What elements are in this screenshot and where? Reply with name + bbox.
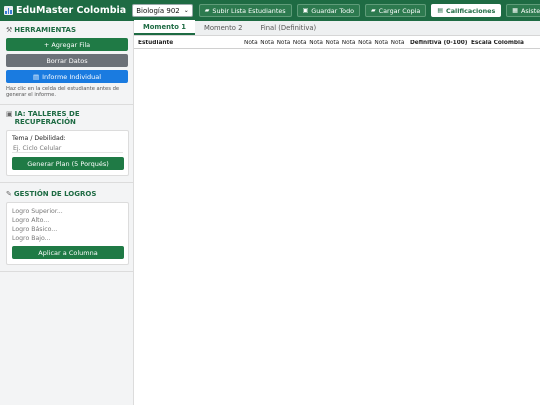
tools-section: ⚒ HERRAMIENTAS + Agregar Fila Borrar Dat… [0,21,133,105]
report-hint: Haz clic en la celda del estudiante ante… [6,86,120,98]
grades-button[interactable]: ▤ Calificaciones [431,4,502,17]
chevron-down-icon: ⌄ [183,7,189,14]
sidebar: ⚒ HERRAMIENTAS + Agregar Fila Borrar Dat… [0,21,134,405]
column-escala: Escala Colombia [470,40,524,46]
grades-label: Calificaciones [446,6,496,15]
topic-input[interactable]: Ej. Ciclo Celular [12,144,123,153]
save-icon: ▣ [302,7,309,14]
achievements-section: ✎ GESTIÓN DE LOGROS Logro Superior... Lo… [0,183,133,272]
recovery-section: ▣ IA: TALLERES DE RECUPERACIÓN Tema / De… [0,105,133,183]
upload-students-label: Subir Lista Estudiantes [212,6,286,15]
column-nota-5[interactable]: Nota [309,40,325,46]
column-nota-7[interactable]: Nota [342,40,358,46]
column-nota-4[interactable]: Nota [293,40,309,46]
column-nota-3[interactable]: Nota [277,40,293,46]
robot-icon: ▣ [6,110,13,118]
course-select[interactable]: Biología 902 ⌄ [132,4,193,17]
folder-open-icon: ▰ [371,7,376,14]
clear-data-button[interactable]: Borrar Datos [6,54,128,67]
load-backup-label: Cargar Copia [378,6,421,15]
tab-momento-1[interactable]: Momento 1 [134,20,195,35]
achievement-superior-input[interactable]: Logro Superior... [12,207,123,216]
tools-title-text: HERRAMIENTAS [14,26,77,34]
notes-icon: ▤ [437,7,443,14]
attendance-label: Asistencia [520,6,540,15]
generate-plan-button[interactable]: Generar Plan (5 Porqués) [12,157,124,170]
column-nota-9[interactable]: Nota [374,40,390,46]
load-backup-button[interactable]: ▰ Cargar Copia [365,4,427,17]
recovery-title-text: IA: TALLERES DE RECUPERACIÓN [14,110,80,126]
achievements-title-text: GESTIÓN DE LOGROS [13,190,97,198]
chart-logo-icon [4,6,13,15]
save-all-label: Guardar Todo [311,6,355,15]
save-all-button[interactable]: ▣ Guardar Todo [296,4,361,17]
tab-final[interactable]: Final (Definitiva) [251,20,325,35]
apply-column-button[interactable]: Aplicar a Columna [12,246,124,259]
column-definitiva: Definitiva (0-100) [409,40,468,46]
column-nota-2[interactable]: Nota [260,40,276,46]
column-nota-6[interactable]: Nota [325,40,341,46]
column-nota-8[interactable]: Nota [358,40,374,46]
recovery-title: ▣ IA: TALLERES DE RECUPERACIÓN [6,110,127,126]
achievement-high-input[interactable]: Logro Alto... [12,216,123,225]
achievement-basic-input[interactable]: Logro Básico... [12,225,123,234]
course-select-value: Biología 902 [136,6,180,15]
grades-table-header: Estudiante Nota Nota Nota Nota Nota Nota… [134,38,540,49]
topic-label: Tema / Debilidad: [12,135,66,142]
column-nota-10[interactable]: Nota [391,40,407,46]
achievements-card: Logro Superior... Logro Alto... Logro Bá… [6,202,129,265]
main-panel: Momento 1 Momento 2 Final (Definitiva) E… [134,20,540,405]
document-icon: ▤ [32,72,40,81]
calendar-icon: ▦ [512,7,518,14]
memo-icon: ✎ [6,190,12,198]
upload-students-button[interactable]: ▰ Subir Lista Estudiantes [198,4,292,17]
individual-report-button[interactable]: ▤ Informe Individual [6,70,128,83]
tab-momento-2[interactable]: Momento 2 [195,20,251,35]
period-tabs: Momento 1 Momento 2 Final (Definitiva) [134,20,540,36]
top-navbar: EduMaster Colombia Biología 902 ⌄ ▰ Subi… [0,0,540,21]
app-brand: EduMaster Colombia [4,5,126,16]
tools-icon: ⚒ [6,26,13,34]
column-student: Estudiante [138,40,174,46]
tools-title: ⚒ HERRAMIENTAS [6,26,127,34]
column-nota-1[interactable]: Nota [244,40,260,46]
achievement-low-input[interactable]: Logro Bajo... [12,234,123,243]
app-title: EduMaster Colombia [16,5,127,16]
folder-icon: ▰ [204,7,210,14]
individual-report-label: Informe Individual [42,72,102,81]
add-row-button[interactable]: + Agregar Fila [6,38,128,51]
attendance-button[interactable]: ▦ Asistencia [506,4,540,17]
achievements-title: ✎ GESTIÓN DE LOGROS [6,190,127,198]
recovery-card: Tema / Debilidad: Ej. Ciclo Celular Gene… [6,130,129,176]
